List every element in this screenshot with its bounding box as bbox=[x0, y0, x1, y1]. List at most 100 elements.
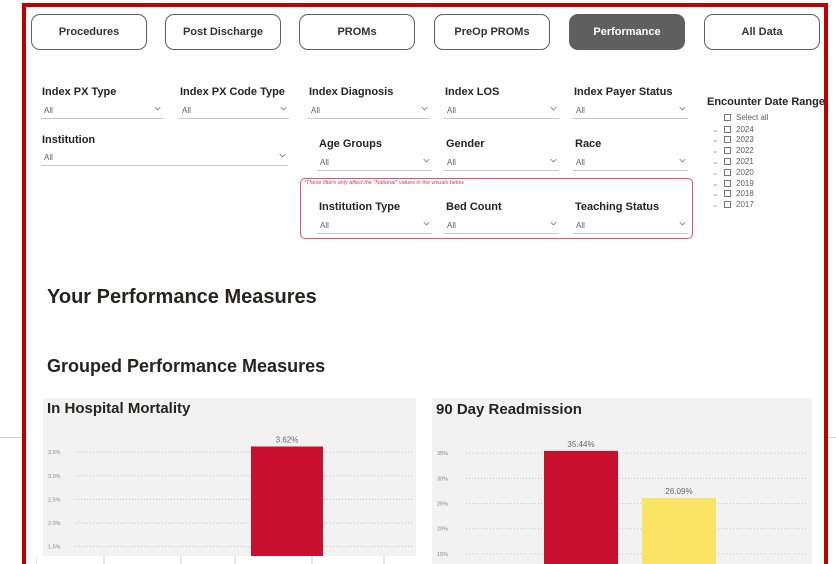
institution-dropdown[interactable]: All bbox=[41, 150, 288, 166]
year-label: 2023 bbox=[736, 135, 754, 145]
year-label: 2022 bbox=[736, 146, 754, 156]
x-axis-strip bbox=[36, 556, 385, 564]
tab-performance[interactable]: Performance bbox=[569, 14, 685, 50]
tab-post-discharge[interactable]: Post Discharge bbox=[165, 14, 281, 50]
expand-chevron-icon[interactable]: ⌄ bbox=[712, 168, 720, 177]
bar[interactable] bbox=[251, 446, 323, 556]
index-diagnosis-dropdown[interactable]: All bbox=[308, 103, 430, 119]
chevron-down-icon bbox=[679, 221, 686, 226]
year-label: 2017 bbox=[736, 200, 754, 210]
gender-dropdown[interactable]: All bbox=[444, 155, 559, 171]
chevron-down-icon bbox=[421, 106, 428, 111]
gender-value: All bbox=[447, 158, 456, 167]
checkbox[interactable] bbox=[724, 157, 731, 165]
age-groups-label: Age Groups bbox=[319, 138, 382, 150]
institution-type-label: Institution Type bbox=[319, 201, 401, 213]
race-value: All bbox=[576, 158, 585, 167]
grouped-performance-heading: Grouped Performance Measures bbox=[47, 356, 326, 376]
checkbox[interactable] bbox=[724, 147, 731, 155]
age-groups-value: All bbox=[320, 158, 329, 167]
expand-chevron-icon[interactable]: ⌄ bbox=[712, 125, 720, 134]
race-dropdown[interactable]: All bbox=[573, 155, 688, 171]
tab-procedures[interactable]: Procedures bbox=[31, 14, 147, 50]
tab-preop-proms[interactable]: PreOp PROMs bbox=[434, 14, 550, 50]
national-filters-note: *These filters only affect the "National… bbox=[304, 180, 465, 186]
expand-chevron-icon[interactable]: ⌄ bbox=[712, 200, 720, 209]
index-payer-status-label: Index Payer Status bbox=[574, 86, 673, 98]
y-tick-label: 20% bbox=[437, 527, 448, 533]
y-tick-label: 30% bbox=[437, 476, 448, 482]
index-px-code-type-value: All bbox=[182, 106, 191, 115]
bed-count-dropdown[interactable]: All bbox=[444, 218, 559, 234]
year-item-2018[interactable]: ⌄ 2018 bbox=[712, 189, 754, 199]
chevron-down-icon bbox=[423, 221, 430, 226]
institution-label: Institution bbox=[42, 134, 96, 146]
expand-chevron-icon[interactable]: ⌄ bbox=[712, 146, 720, 155]
year-item-2024[interactable]: ⌄ 2024 bbox=[712, 124, 754, 134]
checkbox[interactable] bbox=[724, 190, 731, 198]
divider bbox=[828, 437, 836, 438]
expand-chevron-icon[interactable]: ⌄ bbox=[712, 157, 720, 166]
chevron-down-icon bbox=[280, 106, 287, 111]
encounter-date-range-title: Encounter Date Range bbox=[707, 96, 825, 108]
chevron-down-icon bbox=[679, 158, 686, 163]
index-diagnosis-label: Index Diagnosis bbox=[309, 86, 394, 98]
checkbox[interactable] bbox=[724, 168, 731, 176]
chevron-down-icon bbox=[423, 158, 430, 163]
checkbox[interactable] bbox=[724, 179, 731, 187]
y-tick-label: 1.5% bbox=[48, 545, 61, 551]
year-item-2019[interactable]: ⌄ 2019 bbox=[712, 178, 754, 188]
index-px-type-label: Index PX Type bbox=[42, 86, 117, 98]
checkbox[interactable] bbox=[724, 136, 731, 144]
year-item-2022[interactable]: ⌄ 2022 bbox=[712, 146, 754, 156]
index-payer-status-dropdown[interactable]: All bbox=[573, 103, 688, 119]
chevron-down-icon bbox=[679, 106, 686, 111]
year-label: 2021 bbox=[736, 156, 754, 166]
index-px-code-type-dropdown[interactable]: All bbox=[179, 103, 289, 119]
tab-all-data[interactable]: All Data bbox=[704, 14, 820, 50]
expand-chevron-icon[interactable]: ⌄ bbox=[712, 179, 720, 188]
age-groups-dropdown[interactable]: All bbox=[317, 155, 432, 171]
year-label: 2024 bbox=[736, 124, 754, 134]
y-tick-label: 2.5% bbox=[48, 497, 61, 503]
year-item-2017[interactable]: ⌄ 2017 bbox=[712, 200, 754, 210]
year-item-2020[interactable]: ⌄ 2020 bbox=[712, 167, 754, 177]
chevron-down-icon bbox=[279, 153, 286, 158]
bar[interactable] bbox=[642, 498, 716, 564]
data-label: 35.44% bbox=[567, 440, 594, 449]
tab-proms[interactable]: PROMs bbox=[299, 14, 415, 50]
expand-chevron-icon[interactable]: ⌄ bbox=[712, 189, 720, 198]
institution-value: All bbox=[44, 153, 53, 162]
index-px-type-dropdown[interactable]: All bbox=[41, 103, 163, 119]
y-tick-label: 35% bbox=[437, 451, 448, 457]
chevron-down-icon bbox=[550, 158, 557, 163]
expand-chevron-icon[interactable]: ⌄ bbox=[712, 135, 720, 144]
bed-count-value: All bbox=[447, 221, 456, 230]
institution-type-value: All bbox=[320, 221, 329, 230]
teaching-status-label: Teaching Status bbox=[575, 201, 660, 213]
year-item-2023[interactable]: ⌄ 2023 bbox=[712, 135, 754, 145]
index-los-dropdown[interactable]: All bbox=[444, 103, 559, 119]
institution-type-dropdown[interactable]: All bbox=[317, 218, 432, 234]
y-tick-label: 25% bbox=[437, 502, 448, 508]
divider bbox=[0, 437, 22, 438]
your-performance-heading: Your Performance Measures bbox=[47, 286, 317, 308]
checkbox[interactable] bbox=[724, 125, 731, 133]
bar[interactable] bbox=[544, 450, 618, 564]
checkbox[interactable] bbox=[724, 113, 731, 121]
data-label: 26.09% bbox=[665, 487, 692, 496]
year-item-2021[interactable]: ⌄ 2021 bbox=[712, 156, 754, 166]
teaching-status-dropdown[interactable]: All bbox=[573, 218, 688, 234]
index-payer-status-value: All bbox=[576, 106, 585, 115]
chart-plot: 3.5% 3.0% 2.5% 2.0% 1.5% 3.62% bbox=[48, 435, 413, 556]
y-tick-label: 3.5% bbox=[48, 450, 61, 456]
data-label: 3.62% bbox=[276, 435, 299, 444]
year-label: 2018 bbox=[736, 189, 754, 199]
y-tick-label: 2.0% bbox=[48, 521, 61, 527]
checkbox[interactable] bbox=[724, 201, 731, 209]
teaching-status-value: All bbox=[576, 221, 585, 230]
select-all-item[interactable]: Select all bbox=[712, 112, 768, 122]
index-diagnosis-value: All bbox=[311, 106, 320, 115]
race-label: Race bbox=[575, 138, 602, 150]
year-label: 2019 bbox=[736, 178, 754, 188]
